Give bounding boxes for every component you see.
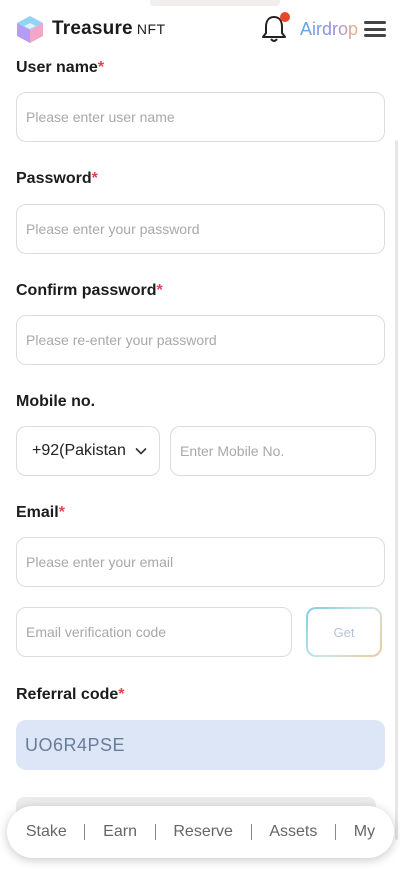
email-label: Email* bbox=[16, 504, 65, 521]
brand-suffix: NFT bbox=[136, 21, 166, 37]
username-label: User name* bbox=[16, 59, 105, 76]
brand-name: Treasure bbox=[52, 18, 133, 39]
hamburger-menu-icon[interactable] bbox=[364, 21, 386, 37]
mobile-label: Mobile no. bbox=[16, 393, 96, 410]
nav-earn[interactable]: Earn bbox=[103, 823, 137, 841]
scrollbar[interactable] bbox=[395, 140, 398, 840]
referral-code-field[interactable]: UO6R4PSE bbox=[16, 720, 385, 770]
register-page: Treasure NFT Airdrop User name* Password… bbox=[0, 0, 400, 869]
referral-label: Referral code* bbox=[16, 686, 125, 703]
password-input[interactable] bbox=[16, 204, 385, 254]
country-code-value: +92(Pakistan bbox=[32, 442, 126, 459]
bottom-nav: Stake Earn Reserve Assets My bbox=[7, 806, 394, 858]
nav-assets[interactable]: Assets bbox=[269, 823, 317, 841]
chevron-down-icon bbox=[135, 447, 147, 455]
email-input[interactable] bbox=[16, 537, 385, 587]
nav-divider bbox=[84, 824, 86, 840]
airdrop-link[interactable]: Airdrop bbox=[300, 19, 358, 40]
notification-dot bbox=[279, 12, 290, 22]
nav-stake[interactable]: Stake bbox=[26, 823, 67, 841]
referral-code-value: UO6R4PSE bbox=[25, 734, 126, 755]
nav-reserve[interactable]: Reserve bbox=[173, 823, 233, 841]
confirm-password-label: Confirm password* bbox=[16, 282, 163, 299]
username-input[interactable] bbox=[16, 92, 385, 142]
mobile-number-input[interactable] bbox=[170, 426, 376, 476]
confirm-password-input[interactable] bbox=[16, 315, 385, 365]
nav-divider bbox=[335, 824, 337, 840]
notifications-button[interactable] bbox=[260, 12, 290, 44]
password-label: Password* bbox=[16, 170, 98, 187]
nav-divider bbox=[154, 824, 156, 840]
get-code-button[interactable]: Get bbox=[306, 607, 382, 657]
top-header: Treasure NFT Airdrop bbox=[0, 0, 400, 58]
logo-cube-icon bbox=[17, 16, 43, 43]
country-code-select[interactable]: +92(Pakistan bbox=[16, 426, 160, 476]
nav-divider bbox=[250, 824, 252, 840]
nav-my[interactable]: My bbox=[354, 823, 375, 841]
verification-code-input[interactable] bbox=[16, 607, 292, 657]
